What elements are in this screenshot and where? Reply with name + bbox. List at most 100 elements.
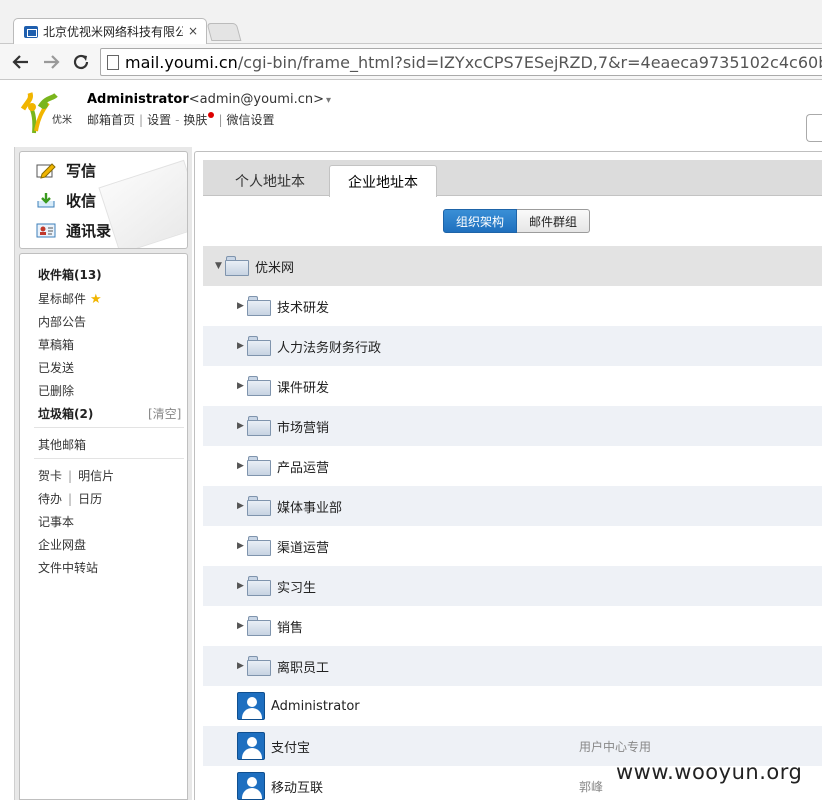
reload-icon[interactable] xyxy=(70,51,92,73)
user-name: Administrator xyxy=(271,698,360,714)
browser-tab-bar: 北京优视米网络科技有限公 × xyxy=(0,0,822,44)
tab-personal-address-book[interactable]: 个人地址本 xyxy=(217,165,323,196)
url-path: /cgi-bin/frame_html?sid=IZYxcCPS7ESejRZD… xyxy=(237,52,822,72)
expand-triangle-icon[interactable]: ▶ xyxy=(237,661,247,671)
watermark-text: www.wooyun.org xyxy=(616,760,803,784)
spam-folder[interactable]: 垃圾箱(2) xyxy=(38,405,93,422)
receive-mail-button[interactable]: 收信 xyxy=(36,190,96,211)
drafts-folder[interactable]: 草稿箱 xyxy=(38,336,74,353)
mailbox-home-link[interactable]: 邮箱首页 xyxy=(87,113,135,127)
folder-list: 收件箱(13) 星标邮件 ★ 内部公告 草稿箱 已发送 已删除 垃圾箱(2) [清… xyxy=(19,253,188,800)
inbox-folder[interactable]: 收件箱(13) xyxy=(38,266,102,283)
contacts-button[interactable]: 通讯录 xyxy=(36,220,111,241)
department-row[interactable]: ▶ 销售 xyxy=(203,606,822,646)
mail-groups-button[interactable]: 邮件群组 xyxy=(517,209,591,233)
contact-card-icon xyxy=(36,222,56,239)
department-row[interactable]: ▶ 市场营销 xyxy=(203,406,822,446)
clear-spam-link[interactable]: [清空] xyxy=(148,405,181,422)
user-name: 支付宝 xyxy=(271,740,311,756)
address-book-tabs: 个人地址本 企业地址本 xyxy=(203,160,822,197)
department-row[interactable]: ▶ 离职员工 xyxy=(203,646,822,686)
browser-tab-title: 北京优视米网络科技有限公 xyxy=(43,25,183,39)
address-book-panel: 个人地址本 企业地址本 组织架构 邮件群组 ▼ 优米网 ▶ 技术研发 ▶ 人力法… xyxy=(194,151,822,800)
expand-triangle-icon[interactable]: ▶ xyxy=(237,581,247,591)
settings-link[interactable]: 设置 xyxy=(147,113,171,127)
folder-icon xyxy=(247,456,271,476)
mail-header: 优米 Administrator<admin@youmi.cn> ▾ 邮箱首页 | 设… xyxy=(0,81,822,147)
tree-root-row[interactable]: ▼ 优米网 xyxy=(203,246,822,286)
department-label: 产品运营 xyxy=(277,460,330,476)
user-row[interactable]: Administrator xyxy=(203,686,822,726)
username: Administrator xyxy=(87,92,189,107)
department-label: 媒体事业部 xyxy=(277,500,343,516)
folder-icon xyxy=(247,416,271,436)
expand-triangle-icon[interactable]: ▶ xyxy=(237,421,247,431)
department-label: 离职员工 xyxy=(277,660,330,676)
expand-triangle-icon[interactable]: ▶ xyxy=(237,341,247,351)
file-transfer-link[interactable]: 文件中转站 xyxy=(38,559,98,576)
address-bar[interactable]: mail.youmi.cn/cgi-bin/frame_html?sid=IZY… xyxy=(100,48,822,76)
quick-actions-panel: 写信 收信 通讯录 xyxy=(19,151,188,249)
user-avatar-icon xyxy=(237,692,265,720)
folder-icon xyxy=(247,496,271,516)
department-row[interactable]: ▶ 渠道运营 xyxy=(203,526,822,566)
change-skin-link[interactable]: 换肤 xyxy=(183,113,207,127)
folder-icon xyxy=(247,536,271,556)
starred-folder[interactable]: 星标邮件 ★ xyxy=(38,290,102,307)
department-row[interactable]: ▶ 技术研发 xyxy=(203,286,822,326)
page-icon xyxy=(107,54,119,70)
folder-icon xyxy=(247,656,271,676)
account-dropdown-icon[interactable]: ▾ xyxy=(326,95,331,106)
mail-favicon-icon xyxy=(24,25,38,38)
department-row[interactable]: ▶ 实习生 xyxy=(203,566,822,606)
department-row[interactable]: ▶ 媒体事业部 xyxy=(203,486,822,526)
back-arrow-icon[interactable] xyxy=(10,51,32,73)
new-dot-icon xyxy=(208,112,215,118)
browser-tab[interactable]: 北京优视米网络科技有限公 × xyxy=(13,18,207,44)
expand-triangle-icon[interactable]: ▶ xyxy=(237,501,247,511)
inbox-download-icon xyxy=(36,192,56,209)
department-row[interactable]: ▶ 人力法务财务行政 xyxy=(203,326,822,366)
user-note: 郭峰 xyxy=(579,779,604,794)
forward-arrow-icon[interactable] xyxy=(40,51,62,73)
deleted-folder[interactable]: 已删除 xyxy=(38,382,74,399)
notes-link[interactable]: 记事本 xyxy=(38,513,74,530)
department-label: 销售 xyxy=(277,620,304,636)
department-row[interactable]: ▶ 产品运营 xyxy=(203,446,822,486)
other-mailbox-folder[interactable]: 其他邮箱 xyxy=(38,436,86,453)
folder-icon xyxy=(247,376,271,396)
user-name: 移动互联 xyxy=(271,780,324,796)
greeting-card-link[interactable]: 贺卡 xyxy=(38,469,62,483)
compose-button[interactable]: 写信 xyxy=(36,160,96,181)
announcements-folder[interactable]: 内部公告 xyxy=(38,313,86,330)
root-label: 优米网 xyxy=(255,260,295,276)
collapse-triangle-icon[interactable]: ▼ xyxy=(215,261,225,271)
close-tab-icon[interactable]: × xyxy=(188,24,198,38)
department-label: 市场营销 xyxy=(277,420,330,436)
receive-label: 收信 xyxy=(66,192,97,210)
sent-folder[interactable]: 已发送 xyxy=(38,359,74,376)
calendar-link[interactable]: 日历 xyxy=(78,492,102,506)
department-row[interactable]: ▶ 课件研发 xyxy=(203,366,822,406)
user-account[interactable]: Administrator<admin@youmi.cn> ▾ xyxy=(87,92,331,107)
pencil-icon xyxy=(36,162,56,179)
postcard-link[interactable]: 明信片 xyxy=(78,469,114,483)
new-tab-button[interactable] xyxy=(206,23,242,41)
user-note: 用户中心专用 xyxy=(579,739,652,754)
url-host: mail.youmi.cn xyxy=(125,52,238,72)
expand-triangle-icon[interactable]: ▶ xyxy=(237,541,247,551)
expand-triangle-icon[interactable]: ▶ xyxy=(237,621,247,631)
todo-link[interactable]: 待办 xyxy=(38,492,62,506)
org-structure-button[interactable]: 组织架构 xyxy=(443,209,518,233)
department-label: 人力法务财务行政 xyxy=(277,340,382,356)
search-box[interactable] xyxy=(806,114,822,142)
user-avatar-icon xyxy=(237,732,265,760)
tab-enterprise-address-book[interactable]: 企业地址本 xyxy=(329,165,437,197)
netdisk-link[interactable]: 企业网盘 xyxy=(38,536,86,553)
expand-triangle-icon[interactable]: ▶ xyxy=(237,381,247,391)
folder-icon xyxy=(247,576,271,596)
expand-triangle-icon[interactable]: ▶ xyxy=(237,461,247,471)
card-row: 贺卡 | 明信片 xyxy=(38,469,115,483)
wechat-settings-link[interactable]: 微信设置 xyxy=(226,113,274,127)
expand-triangle-icon[interactable]: ▶ xyxy=(237,301,247,311)
